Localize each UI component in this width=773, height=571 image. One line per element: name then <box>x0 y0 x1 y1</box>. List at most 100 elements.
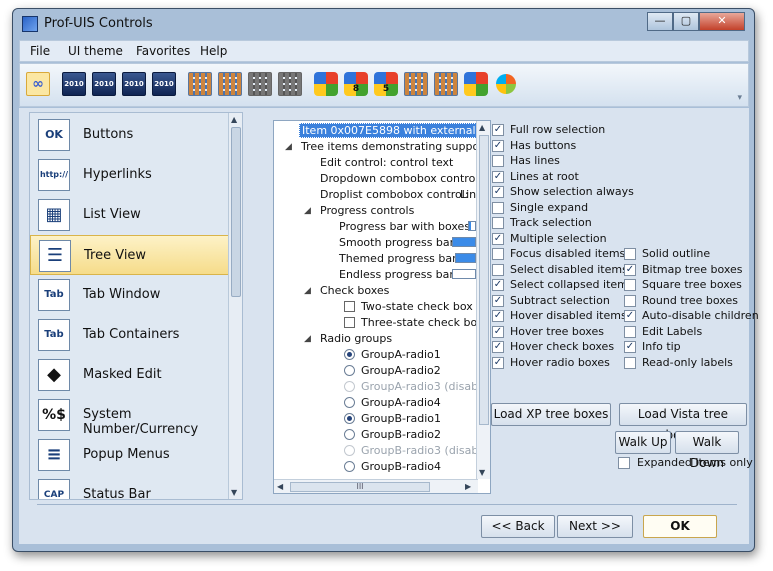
tree-vscroll-thumb[interactable] <box>479 135 489 425</box>
scroll-down-icon[interactable]: ▼ <box>231 488 237 497</box>
tree-horizontal-scrollbar[interactable]: ◀ III ▶ <box>274 479 478 493</box>
collapse-icon[interactable]: ◢ <box>285 142 292 152</box>
windows-flag-icon[interactable] <box>496 74 516 94</box>
maximize-button[interactable]: ▢ <box>673 12 699 31</box>
option-checkbox[interactable]: ✓ <box>492 310 504 322</box>
radio-button[interactable] <box>344 429 355 440</box>
option-checkbox[interactable] <box>492 201 504 214</box>
toolbar-chevron-icon[interactable]: ▾ <box>737 93 742 103</box>
nav-label: System Number/Currency <box>83 407 199 437</box>
radio-button[interactable] <box>344 365 355 376</box>
back-button[interactable]: << Back <box>481 515 555 538</box>
scroll-up-icon[interactable]: ▲ <box>231 115 237 124</box>
nav-item-tab-window[interactable]: Tab Tab Window <box>30 275 234 315</box>
theme-grid-button-3[interactable] <box>404 72 428 96</box>
option-checkbox[interactable]: ✓ <box>492 325 504 338</box>
option-checkbox[interactable]: ✓ <box>492 170 504 183</box>
droplist-value[interactable]: Lin <box>460 188 476 201</box>
theme-2010-button-1[interactable]: 2010 <box>62 72 86 96</box>
theme-2010-button-4[interactable]: 2010 <box>152 72 176 96</box>
option-checkbox[interactable] <box>624 248 636 260</box>
minimize-button[interactable]: — <box>647 12 673 31</box>
option-checkbox[interactable] <box>624 325 636 338</box>
nav-item-tab-containers[interactable]: Tab Tab Containers <box>30 315 234 355</box>
tree-item[interactable]: Progress controls <box>320 204 414 217</box>
tree-item-selected[interactable]: Item 0x007E5898 with externally queried … <box>299 123 490 138</box>
walk-up-button[interactable]: Walk Up <box>615 431 671 454</box>
load-vista-tree-boxes-button[interactable]: Load Vista tree boxes <box>619 403 747 442</box>
ok-button[interactable]: OK <box>643 515 717 538</box>
option-checkbox[interactable]: ✓ <box>492 341 504 353</box>
option-checkbox[interactable] <box>624 279 636 291</box>
option-checkbox[interactable] <box>624 294 636 307</box>
nav-item-tree-view[interactable]: ☰ Tree View <box>30 235 234 275</box>
option-checkbox[interactable]: ✓ <box>492 294 504 307</box>
menu-ui-theme[interactable]: UI theme <box>68 44 123 58</box>
nav-scrollbar[interactable]: ▲ ▼ <box>228 113 242 499</box>
option-checkbox[interactable] <box>492 155 504 167</box>
nav-item-popup-menus[interactable]: ≡ Popup Menus <box>30 435 234 475</box>
walk-down-button[interactable]: Walk Down <box>675 431 739 470</box>
menu-help[interactable]: Help <box>200 44 227 58</box>
nav-item-hyperlinks[interactable]: http:// Hyperlinks <box>30 155 234 195</box>
scroll-left-icon[interactable]: ◀ <box>277 482 283 491</box>
tree-item[interactable]: Tree items demonstrating supported <box>301 140 490 153</box>
scroll-down-icon[interactable]: ▼ <box>479 468 485 477</box>
option-checkbox[interactable] <box>624 356 636 369</box>
scroll-up-icon[interactable]: ▲ <box>479 123 485 132</box>
option-checkbox[interactable]: ✓ <box>624 263 636 276</box>
option-checkbox[interactable]: ✓ <box>492 232 504 245</box>
title-bar[interactable]: Prof-UIS Controls — ▢ ✕ <box>13 9 754 39</box>
nav-item-status-bar[interactable]: CAP Status Bar <box>30 475 234 499</box>
expanded-only-checkbox[interactable] <box>618 457 630 469</box>
nav-item-buttons[interactable]: OK Buttons <box>30 115 234 155</box>
menu-favorites[interactable]: Favorites <box>136 44 190 58</box>
option-checkbox[interactable]: ✓ <box>492 356 504 369</box>
theme-color-button[interactable] <box>464 72 488 96</box>
theme-infinity-button[interactable]: ∞ <box>26 72 50 96</box>
option-checkbox[interactable] <box>492 263 504 276</box>
tree-item[interactable]: Check boxes <box>320 284 389 297</box>
scroll-right-icon[interactable]: ▶ <box>465 482 471 491</box>
theme-windows5-button[interactable]: 5 <box>374 72 398 96</box>
theme-gray-button-2[interactable] <box>278 72 302 96</box>
tree-control[interactable]: Item 0x007E5898 with externally queried … <box>273 120 491 494</box>
tree-hscroll-thumb[interactable]: III <box>290 482 430 492</box>
option-checkbox[interactable]: ✓ <box>624 341 636 353</box>
close-button[interactable]: ✕ <box>699 12 745 31</box>
option-checkbox[interactable]: ✓ <box>492 186 504 198</box>
nav-scroll-thumb[interactable] <box>231 127 241 297</box>
radio-button[interactable] <box>344 349 355 360</box>
collapse-icon[interactable]: ◢ <box>304 206 311 216</box>
collapse-icon[interactable]: ◢ <box>304 334 311 344</box>
theme-windows-button[interactable] <box>314 72 338 96</box>
menu-file[interactable]: File <box>30 44 50 58</box>
nav-item-system-number-currency[interactable]: %$ System Number/Currency <box>30 395 234 437</box>
load-xp-tree-boxes-button[interactable]: Load XP tree boxes <box>491 403 611 426</box>
theme-grid-button-2[interactable] <box>218 72 242 96</box>
collapse-icon[interactable]: ◢ <box>304 286 311 296</box>
radio-button[interactable] <box>344 461 355 472</box>
edit-control-value[interactable]: control text <box>390 156 453 169</box>
theme-grid-button-4[interactable] <box>434 72 458 96</box>
three-state-checkbox[interactable] <box>344 317 355 328</box>
theme-gray-button-1[interactable] <box>248 72 272 96</box>
two-state-checkbox[interactable] <box>344 301 355 312</box>
option-checkbox[interactable]: ✓ <box>492 139 504 152</box>
option-checkbox[interactable] <box>492 248 504 260</box>
nav-item-list-view[interactable]: ▦ List View <box>30 195 234 235</box>
option-checkbox[interactable] <box>492 217 504 229</box>
option-checkbox[interactable]: ✓ <box>492 124 504 136</box>
radio-button[interactable] <box>344 397 355 408</box>
option-checkbox[interactable]: ✓ <box>492 279 504 291</box>
tree-vertical-scrollbar[interactable]: ▲ ▼ <box>476 121 490 479</box>
theme-windows8-button[interactable]: 8 <box>344 72 368 96</box>
option-checkbox[interactable]: ✓ <box>624 310 636 322</box>
next-button[interactable]: Next >> <box>557 515 633 538</box>
theme-grid-button-1[interactable] <box>188 72 212 96</box>
radio-button[interactable] <box>344 413 355 424</box>
tree-item[interactable]: Radio groups <box>320 332 392 345</box>
theme-2010-button-3[interactable]: 2010 <box>122 72 146 96</box>
theme-2010-button-2[interactable]: 2010 <box>92 72 116 96</box>
nav-item-masked-edit[interactable]: ◆ Masked Edit <box>30 355 234 395</box>
